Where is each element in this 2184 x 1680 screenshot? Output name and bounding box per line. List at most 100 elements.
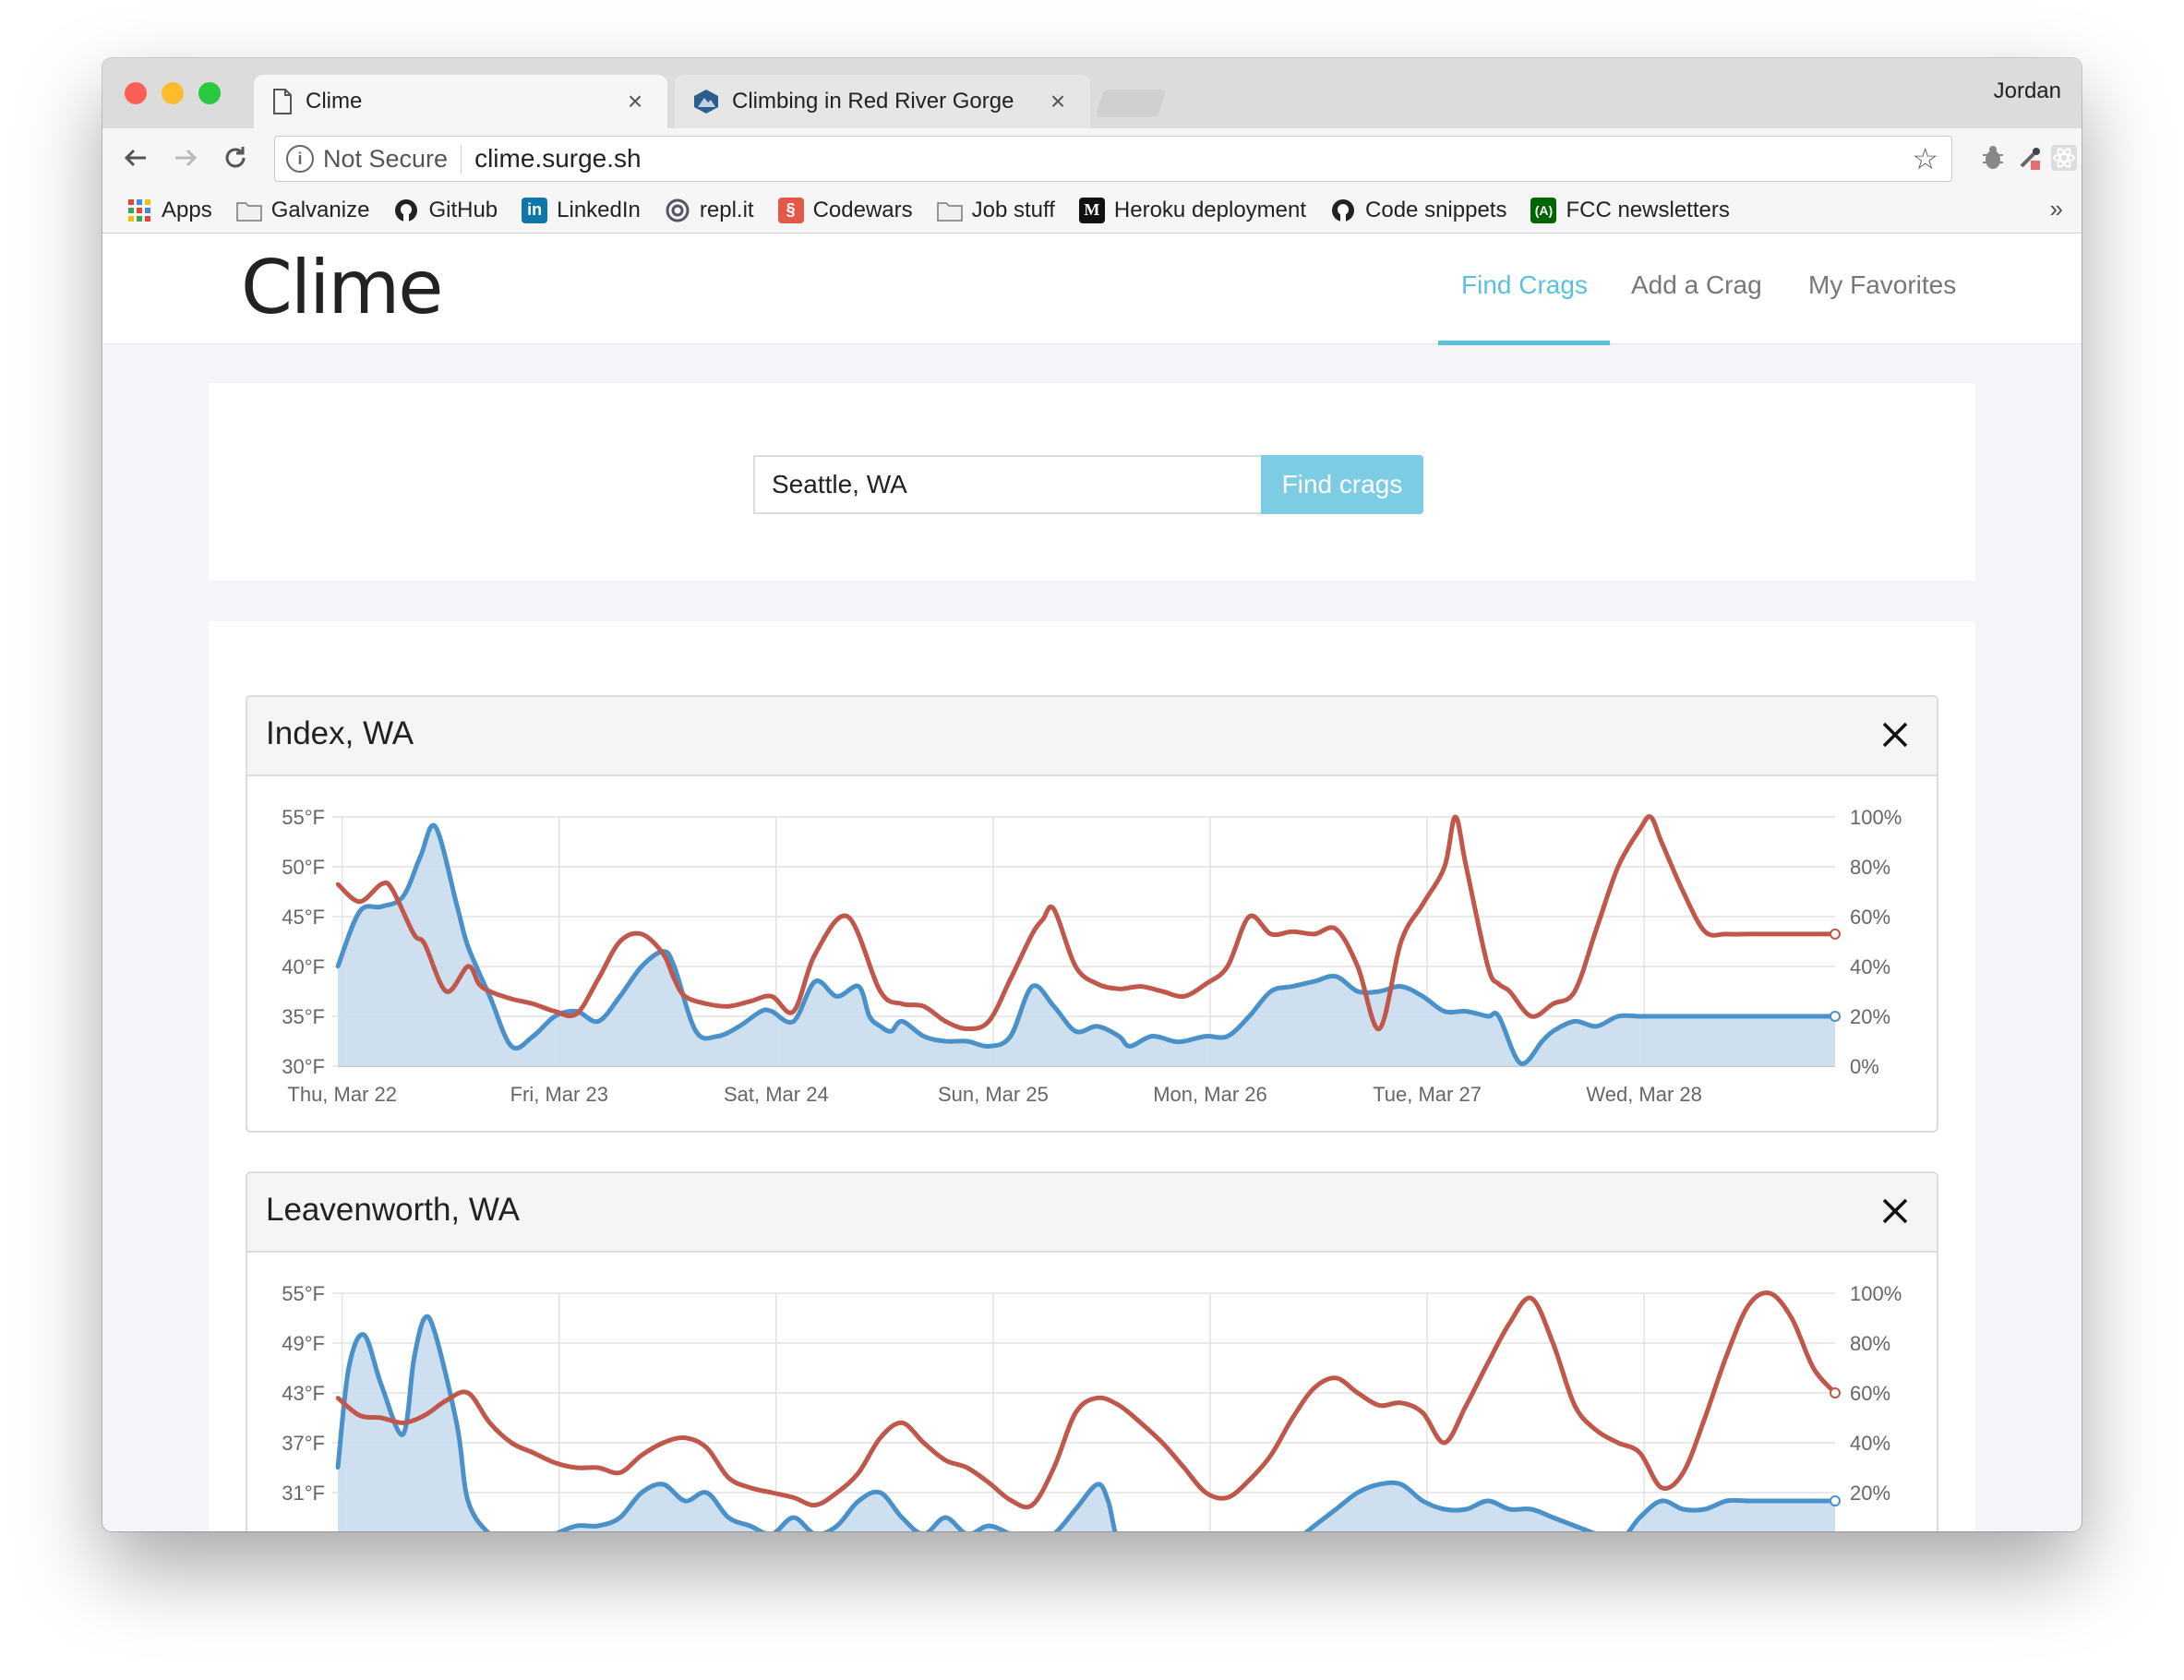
precipitation-point: [1615, 864, 1621, 870]
bookmark-label: FCC newsletters: [1566, 197, 1730, 222]
eyedropper-extension-icon[interactable]: [2013, 141, 2046, 174]
temperature-point: [1485, 1498, 1491, 1504]
temperature-point: [682, 1498, 688, 1504]
temperature-point: [1659, 1498, 1664, 1504]
bookmark-label: Codewars: [812, 197, 913, 222]
location-search-input[interactable]: Seattle, WA: [753, 455, 1263, 514]
precipitation-point: [1268, 931, 1274, 937]
temperature-point: [1204, 1034, 1208, 1038]
precipitation-point: [1225, 964, 1230, 969]
temperature-point: [1594, 1024, 1599, 1028]
y-tick-label: 55°F: [282, 1282, 325, 1305]
temperature-point: [1702, 1506, 1708, 1512]
precipitation-point: [1442, 864, 1447, 870]
bookmark-github[interactable]: GitHub: [393, 198, 498, 223]
bookmark-label: GitHub: [428, 197, 498, 222]
temperature-point: [1789, 1498, 1794, 1504]
precipitation-point: [1182, 1465, 1186, 1470]
precipitation-point: [1442, 1440, 1447, 1446]
y-tick-label: 43°F: [282, 1382, 325, 1405]
tab-close-icon[interactable]: ×: [621, 87, 649, 116]
temperature-point: [1518, 1061, 1523, 1065]
tab-clime[interactable]: Clime ×: [254, 75, 667, 128]
close-icon[interactable]: [1879, 1195, 1911, 1227]
reload-icon[interactable]: [219, 141, 252, 174]
temperature-point: [401, 1432, 405, 1437]
bookmark-job-stuff[interactable]: Job stuff: [936, 198, 1055, 223]
close-window-button[interactable]: [125, 82, 147, 104]
precipitation-point: [1225, 1495, 1230, 1500]
bookmark-replit[interactable]: repl.it: [665, 198, 754, 223]
y2-tick-label: 100%: [1850, 806, 1902, 829]
bookmark-linkedin[interactable]: in LinkedIn: [522, 197, 641, 223]
bookmark-apps[interactable]: Apps: [126, 198, 212, 223]
profile-name[interactable]: Jordan: [1994, 78, 2061, 104]
y-tick-label: 50°F: [282, 856, 325, 879]
security-label[interactable]: Not Secure: [323, 144, 462, 174]
temperature-point: [595, 1523, 601, 1529]
precipitation-point: [987, 1481, 991, 1485]
precipitation-point: [748, 999, 752, 1003]
folder-icon: [235, 198, 262, 223]
brand-logo[interactable]: Clime: [241, 245, 443, 330]
bookmark-codewars[interactable]: § Codewars: [777, 197, 913, 223]
address-bar[interactable]: i Not Secure clime.surge.sh ☆: [274, 136, 1952, 182]
precipitation-point: [1138, 1421, 1143, 1425]
forecast-chart-svg: 55°F 50°F 45°F 40°F 35°F 30°F 100% 80% 60% 40% 20%…: [282, 806, 1902, 1106]
temperature-point: [1268, 989, 1274, 994]
react-extension-icon[interactable]: [2050, 141, 2078, 174]
precipitation-point: [574, 1465, 579, 1470]
bookmark-heroku[interactable]: M Heroku deployment: [1078, 197, 1307, 223]
precipitation-point: [1681, 889, 1686, 894]
precipitation-point: [1334, 1375, 1338, 1380]
bookmarks-overflow-icon[interactable]: »: [2050, 195, 2063, 223]
temperature-point: [1768, 1498, 1772, 1504]
precipitation-point: [1290, 930, 1295, 934]
precipitation-point: [1117, 987, 1122, 991]
temperature-point: [639, 1490, 644, 1495]
bookmark-star-icon[interactable]: ☆: [1912, 141, 1938, 176]
bookmark-label: Galvanize: [270, 197, 370, 222]
temperature-point: [1377, 989, 1382, 994]
bookmark-label: Heroku deployment: [1113, 197, 1307, 222]
y-tick-label: 31°F: [282, 1482, 325, 1505]
info-icon[interactable]: i: [286, 145, 314, 173]
minimize-window-button[interactable]: [162, 82, 184, 104]
temperature-point: [1789, 1014, 1794, 1019]
precipitation-point: [531, 1450, 535, 1455]
zoom-window-button[interactable]: [198, 82, 221, 104]
back-arrow-icon[interactable]: [119, 141, 152, 174]
nav-my-favorites[interactable]: My Favorites: [1808, 270, 1956, 300]
x-tick-label: Sun, Mar 25: [938, 1083, 1049, 1106]
mountain-project-icon: [694, 90, 718, 114]
precipitation-point: [1649, 814, 1653, 820]
tab-close-icon[interactable]: ×: [1044, 87, 1072, 116]
nav-find-crags[interactable]: Find Crags: [1461, 270, 1588, 300]
tab-title: Clime: [306, 89, 363, 114]
precipitation-point: [1421, 1410, 1425, 1415]
precipitation-point: [444, 1398, 449, 1403]
bookmark-fcc[interactable]: (A) FCC newsletters: [1530, 197, 1730, 223]
temperature-point: [1051, 1004, 1056, 1009]
new-tab-button[interactable]: [1095, 90, 1167, 117]
precipitation-point: [704, 1446, 709, 1450]
temperature-point: [346, 1365, 351, 1371]
precipitation-point: [618, 939, 622, 944]
temperature-point: [1095, 1024, 1099, 1028]
bug-extension-icon[interactable]: [1976, 141, 2010, 174]
bookmark-code-snippets[interactable]: Code snippets: [1330, 198, 1506, 223]
precipitation-point: [1551, 1340, 1555, 1346]
results-card: Index, WA 55°F 50°F 45°F 40°F 35°F 30°F 100% 80…: [209, 621, 1975, 1531]
temperature-point: [857, 984, 861, 989]
find-crags-button[interactable]: Find crags: [1261, 455, 1423, 514]
bookmark-galvanize[interactable]: Galvanize: [235, 197, 370, 223]
tab-climbing-rrg[interactable]: Climbing in Red River Gorge ×: [675, 75, 1090, 128]
precipitation-point: [1496, 981, 1501, 987]
url-text[interactable]: clime.surge.sh: [474, 144, 1912, 174]
forward-arrow-icon[interactable]: [169, 141, 202, 174]
close-icon[interactable]: [1879, 719, 1911, 750]
nav-add-crag[interactable]: Add a Crag: [1631, 270, 1762, 300]
temperature-point: [693, 1029, 699, 1034]
bookmarks-bar: Apps Galvanize GitHub in LinkedIn repl.it…: [102, 187, 2082, 234]
y2-tick-label: 20%: [1850, 1005, 1890, 1028]
